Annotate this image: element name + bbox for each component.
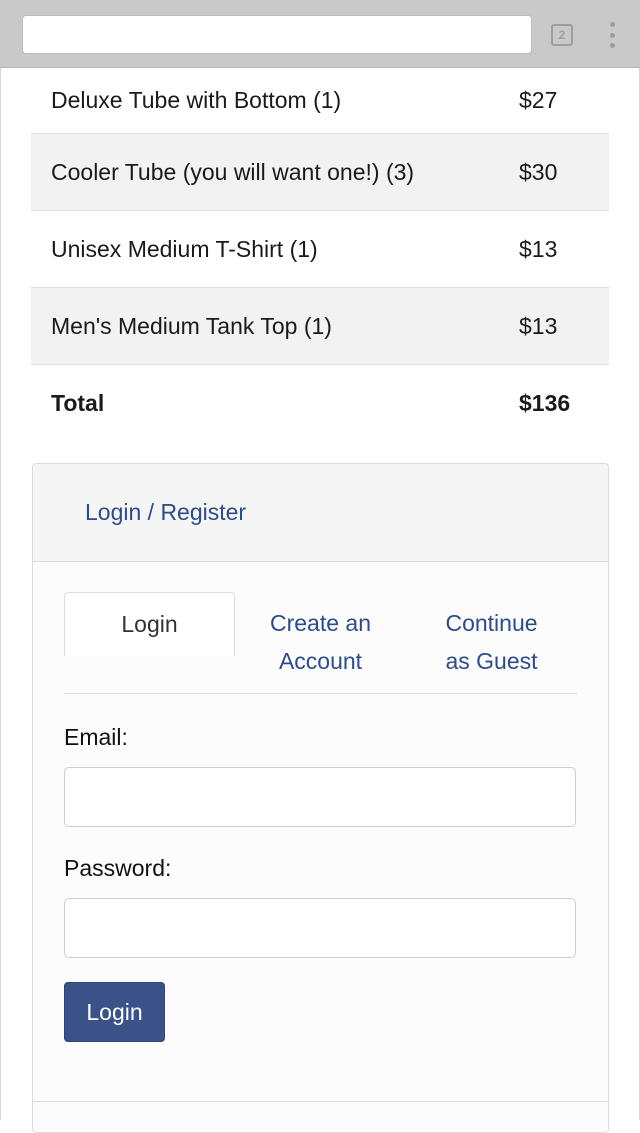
item-name: Unisex Medium T-Shirt (1) (51, 235, 318, 262)
tab-label: Account (278, 648, 363, 674)
tab-create-account[interactable]: Create an Account (235, 592, 406, 693)
item-price: $27 (519, 87, 558, 113)
password-label: Password: (64, 855, 172, 881)
page-content: Deluxe Tube with Bottom (1) $27 Cooler T… (0, 68, 640, 1133)
tab-label: Continue (445, 610, 538, 636)
menu-dot (609, 32, 615, 38)
panel-heading: Login / Register (33, 464, 608, 562)
login-register-toggle[interactable]: Login / Register (85, 499, 246, 526)
browser-menu-icon[interactable] (604, 22, 620, 48)
login-register-panel: Login / Register Login Create an Account… (32, 463, 609, 1133)
menu-dot (609, 43, 615, 48)
tab-continue-as-guest[interactable]: Continue as Guest (406, 592, 577, 693)
item-price: $13 (519, 235, 558, 262)
auth-tabs: Login Create an Account Continue as Gues… (64, 592, 577, 694)
password-field[interactable] (64, 898, 576, 958)
item-name: Men's Medium Tank Top (1) (51, 312, 332, 339)
tab-label: Login (121, 611, 178, 637)
email-group: Email: (64, 724, 577, 827)
item-price: $13 (519, 312, 558, 339)
item-name: Deluxe Tube with Bottom (1) (51, 87, 342, 113)
table-row: Unisex Medium T-Shirt (1) $13 (31, 211, 609, 288)
password-group: Password: (64, 855, 577, 958)
cart-summary-table: Deluxe Tube with Bottom (1) $27 Cooler T… (31, 68, 609, 442)
tab-login[interactable]: Login (64, 592, 235, 656)
total-value: $136 (519, 390, 571, 416)
tab-label: Create an (269, 610, 371, 636)
email-label: Email: (64, 724, 128, 750)
browser-toolbar: 2 (0, 0, 640, 68)
divider (33, 1101, 608, 1102)
email-field[interactable] (64, 767, 576, 827)
table-row: Men's Medium Tank Top (1) $13 (31, 288, 609, 365)
address-bar[interactable] (22, 15, 532, 54)
item-price: $30 (519, 158, 558, 185)
table-row: Deluxe Tube with Bottom (1) $27 (31, 68, 609, 134)
tab-switcher-button[interactable]: 2 (551, 24, 573, 46)
tab-label: as Guest (445, 648, 538, 674)
total-label: Total (51, 390, 105, 416)
table-row: Cooler Tube (you will want one!) (3) $30 (31, 134, 609, 211)
item-name: Cooler Tube (you will want one!) (3) (51, 158, 415, 185)
panel-body: Login Create an Account Continue as Gues… (33, 562, 608, 1042)
menu-dot (609, 22, 615, 27)
login-button[interactable]: Login (64, 982, 165, 1042)
total-row: Total $136 (31, 365, 609, 442)
